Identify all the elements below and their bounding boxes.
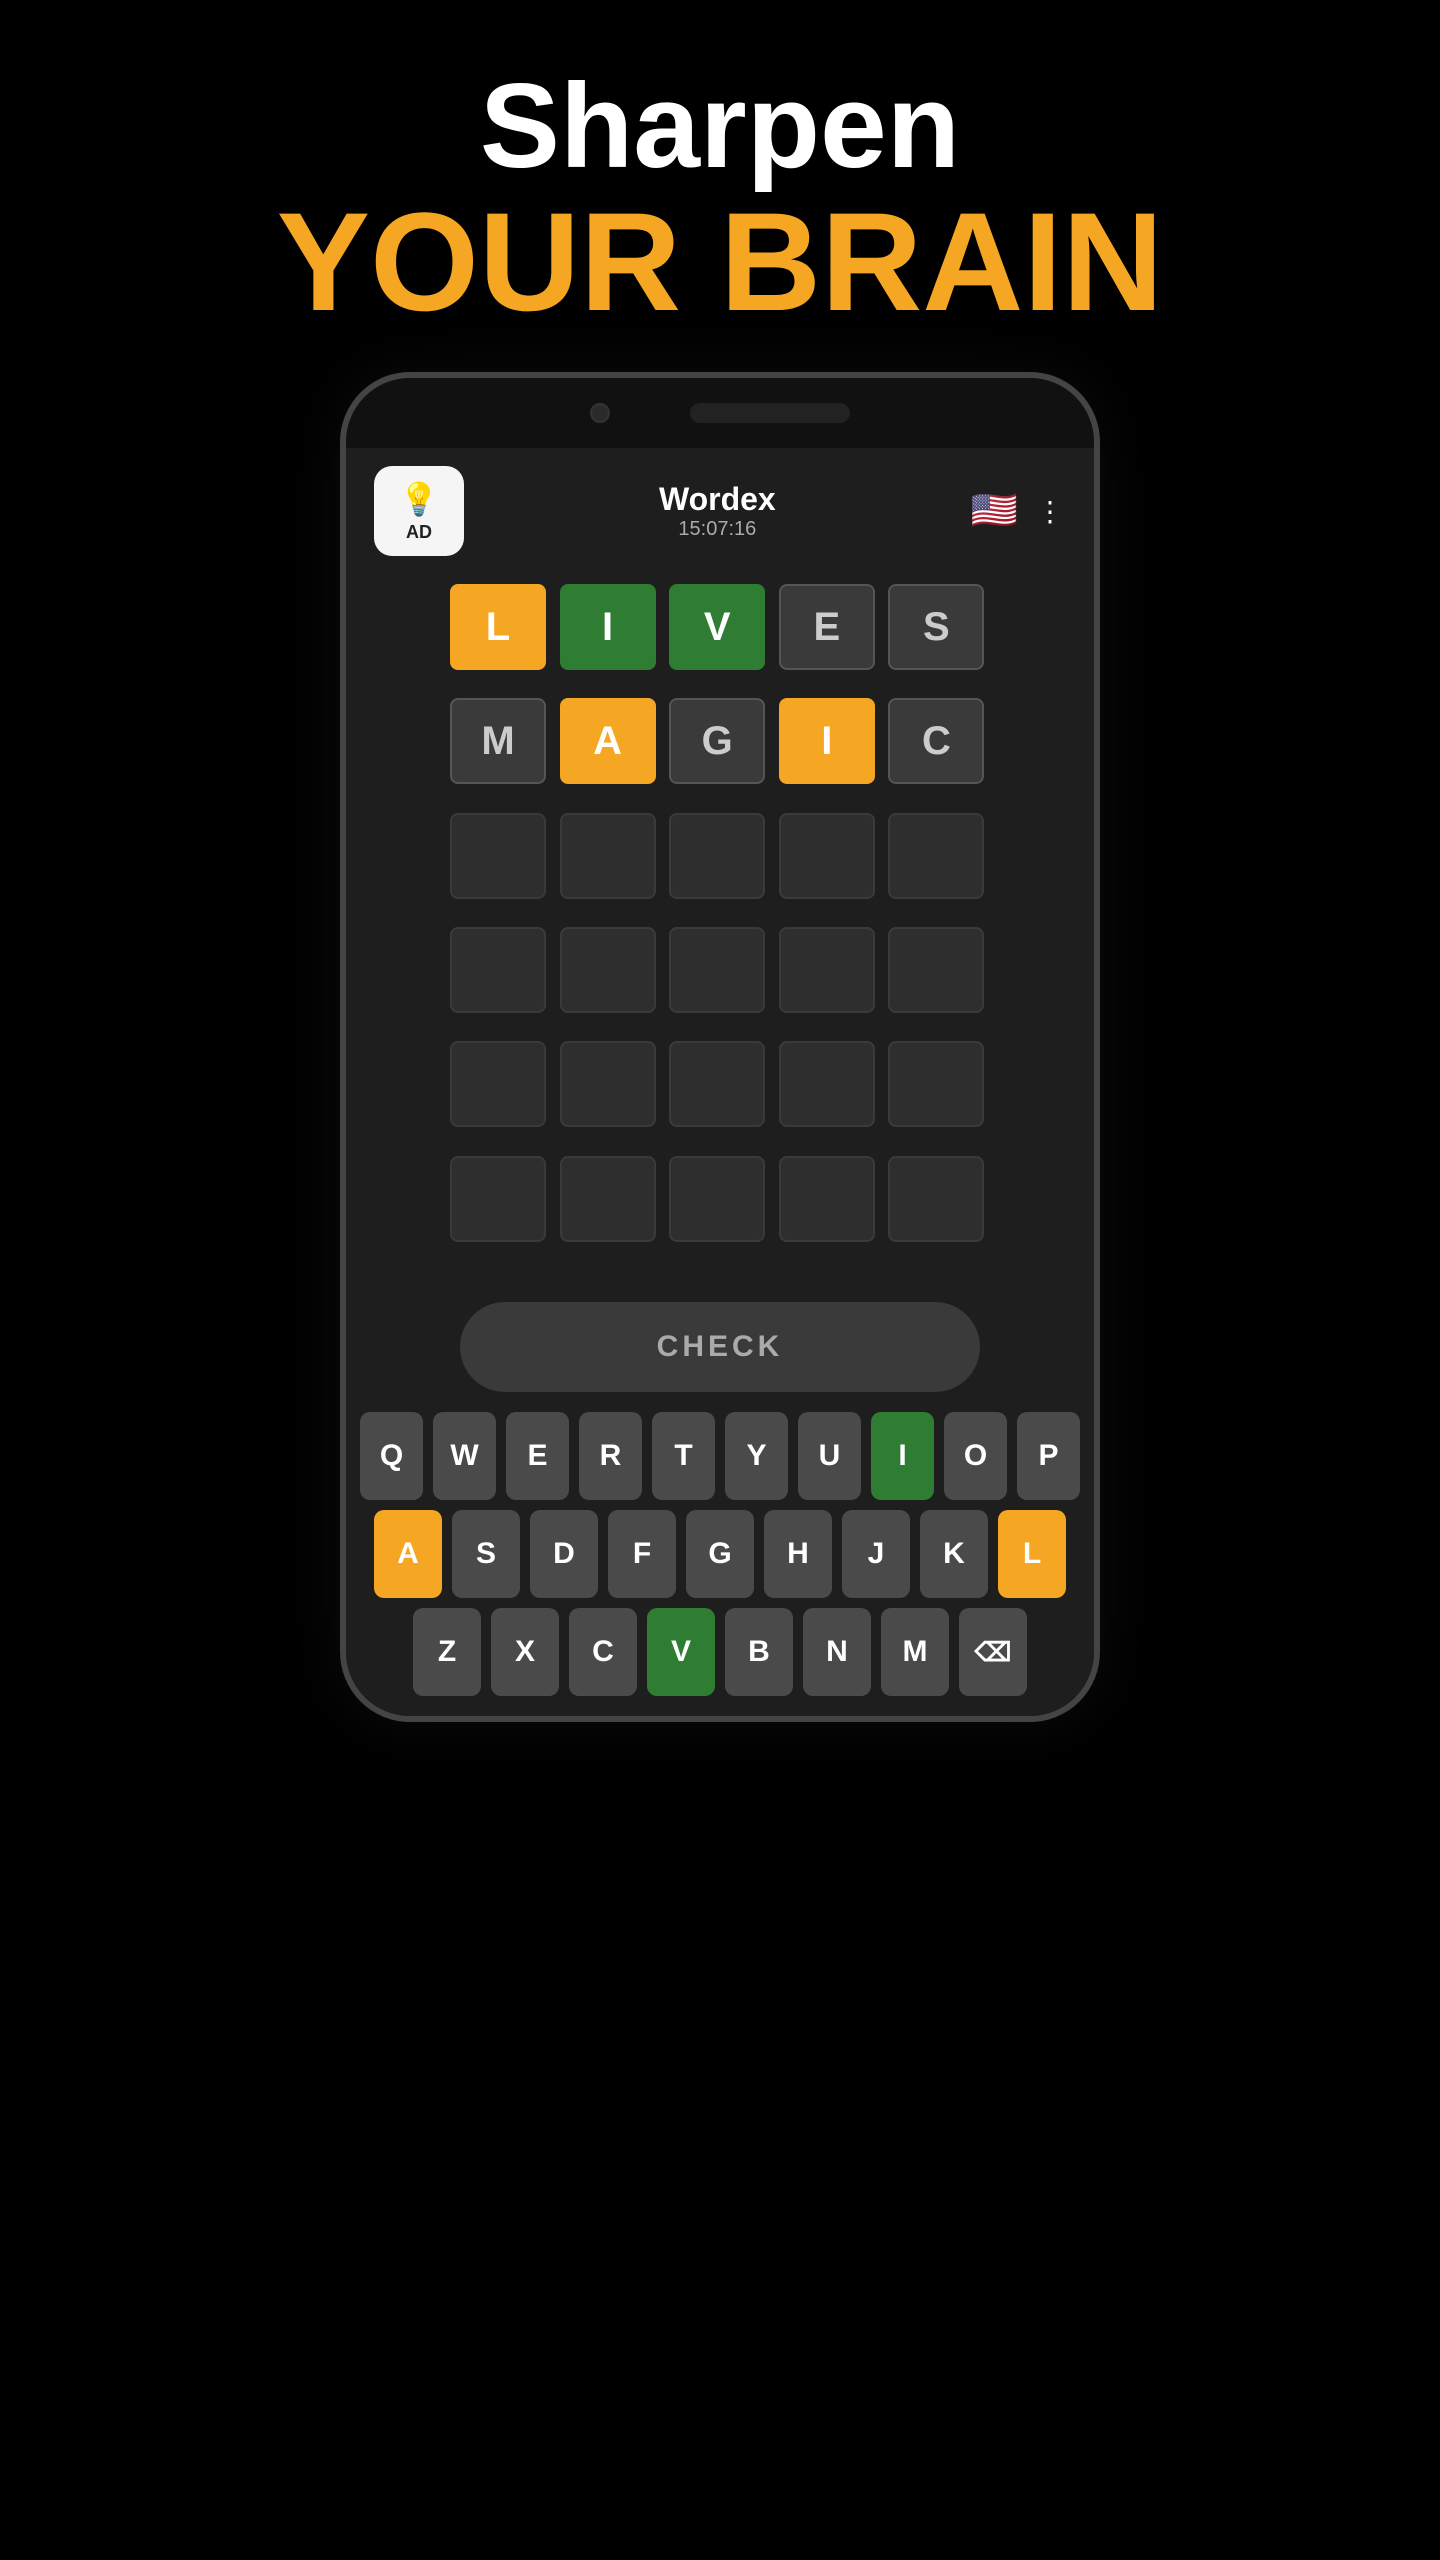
- ad-text: AD: [406, 522, 432, 543]
- grid-row-0: LIVES: [450, 584, 990, 690]
- key-N[interactable]: N: [803, 1608, 871, 1696]
- bulb-icon: 💡: [399, 480, 439, 518]
- grid-cell-4-3: [779, 1041, 875, 1127]
- grid-cell-3-4: [888, 927, 984, 1013]
- grid-cell-5-3: [779, 1156, 875, 1242]
- grid-cell-0-2: V: [669, 584, 765, 670]
- header-brain-text: YOUR BRAIN: [277, 192, 1164, 332]
- app-title: Wordex: [659, 481, 776, 518]
- key-J[interactable]: J: [842, 1510, 910, 1598]
- key-D[interactable]: D: [530, 1510, 598, 1598]
- grid-cell-4-2: [669, 1041, 765, 1127]
- grid-cell-0-0: L: [450, 584, 546, 670]
- key-X[interactable]: X: [491, 1608, 559, 1696]
- grid-cell-3-1: [560, 927, 656, 1013]
- key-H[interactable]: H: [764, 1510, 832, 1598]
- key-Y[interactable]: Y: [725, 1412, 788, 1500]
- grid-cell-1-1: A: [560, 698, 656, 784]
- check-label: CHECK: [657, 1330, 784, 1364]
- key-Q[interactable]: Q: [360, 1412, 423, 1500]
- keyboard: QWERTYUIOP ASDFGHJKL ZXCVBNM⌫: [346, 1412, 1094, 1716]
- key-E[interactable]: E: [506, 1412, 569, 1500]
- phone-frame: 💡 AD Wordex 15:07:16 🇺🇸 ⋮ LIVESMAGIC CHE…: [340, 372, 1100, 1722]
- grid-cell-1-4: C: [888, 698, 984, 784]
- grid-cell-1-2: G: [669, 698, 765, 784]
- grid-cell-4-4: [888, 1041, 984, 1127]
- phone-camera: [590, 403, 610, 423]
- app-header-right: 🇺🇸 ⋮: [971, 489, 1066, 533]
- phone-speaker: [690, 403, 850, 423]
- check-button[interactable]: CHECK: [460, 1302, 980, 1392]
- grid-cell-0-3: E: [779, 584, 875, 670]
- grid-row-2: [450, 813, 990, 919]
- grid-cell-4-1: [560, 1041, 656, 1127]
- key-A[interactable]: A: [374, 1510, 442, 1598]
- key-I[interactable]: I: [871, 1412, 934, 1500]
- ad-badge[interactable]: 💡 AD: [374, 466, 464, 556]
- key-S[interactable]: S: [452, 1510, 520, 1598]
- app-header: 💡 AD Wordex 15:07:16 🇺🇸 ⋮: [346, 448, 1094, 574]
- grid-row-1: MAGIC: [450, 698, 990, 804]
- key-L[interactable]: L: [998, 1510, 1066, 1598]
- key-F[interactable]: F: [608, 1510, 676, 1598]
- keyboard-row-1: ASDFGHJKL: [360, 1510, 1080, 1598]
- key-K[interactable]: K: [920, 1510, 988, 1598]
- key-G[interactable]: G: [686, 1510, 754, 1598]
- key-R[interactable]: R: [579, 1412, 642, 1500]
- grid-cell-2-1: [560, 813, 656, 899]
- grid-cell-2-2: [669, 813, 765, 899]
- grid-cell-1-3: I: [779, 698, 875, 784]
- app-title-section: Wordex 15:07:16: [659, 481, 776, 541]
- grid-cell-0-1: I: [560, 584, 656, 670]
- grid-cell-3-2: [669, 927, 765, 1013]
- grid-cell-0-4: S: [888, 584, 984, 670]
- flag-icon[interactable]: 🇺🇸: [971, 489, 1018, 533]
- key-M[interactable]: M: [881, 1608, 949, 1696]
- key-V[interactable]: V: [647, 1608, 715, 1696]
- key-W[interactable]: W: [433, 1412, 496, 1500]
- key-U[interactable]: U: [798, 1412, 861, 1500]
- grid-cell-5-1: [560, 1156, 656, 1242]
- header-sharpen-text: Sharpen: [277, 60, 1164, 192]
- app-timer: 15:07:16: [659, 518, 776, 541]
- grid-cell-3-3: [779, 927, 875, 1013]
- grid-row-5: [450, 1156, 990, 1262]
- grid-cell-5-0: [450, 1156, 546, 1242]
- grid-cell-2-0: [450, 813, 546, 899]
- phone-screen: 💡 AD Wordex 15:07:16 🇺🇸 ⋮ LIVESMAGIC CHE…: [346, 448, 1094, 1716]
- key-B[interactable]: B: [725, 1608, 793, 1696]
- key-C[interactable]: C: [569, 1608, 637, 1696]
- phone-top-bar: [346, 378, 1094, 448]
- key-⌫[interactable]: ⌫: [959, 1608, 1027, 1696]
- game-grid: LIVESMAGIC: [450, 574, 990, 1272]
- grid-cell-3-0: [450, 927, 546, 1013]
- keyboard-row-2: ZXCVBNM⌫: [360, 1608, 1080, 1696]
- grid-cell-5-2: [669, 1156, 765, 1242]
- keyboard-row-0: QWERTYUIOP: [360, 1412, 1080, 1500]
- key-Z[interactable]: Z: [413, 1608, 481, 1696]
- grid-cell-2-3: [779, 813, 875, 899]
- grid-cell-2-4: [888, 813, 984, 899]
- key-O[interactable]: O: [944, 1412, 1007, 1500]
- key-P[interactable]: P: [1017, 1412, 1080, 1500]
- grid-row-3: [450, 927, 990, 1033]
- grid-cell-1-0: M: [450, 698, 546, 784]
- header-section: Sharpen YOUR BRAIN: [277, 0, 1164, 372]
- grid-cell-5-4: [888, 1156, 984, 1242]
- key-T[interactable]: T: [652, 1412, 715, 1500]
- grid-row-4: [450, 1041, 990, 1147]
- menu-button[interactable]: ⋮: [1036, 495, 1066, 528]
- grid-cell-4-0: [450, 1041, 546, 1127]
